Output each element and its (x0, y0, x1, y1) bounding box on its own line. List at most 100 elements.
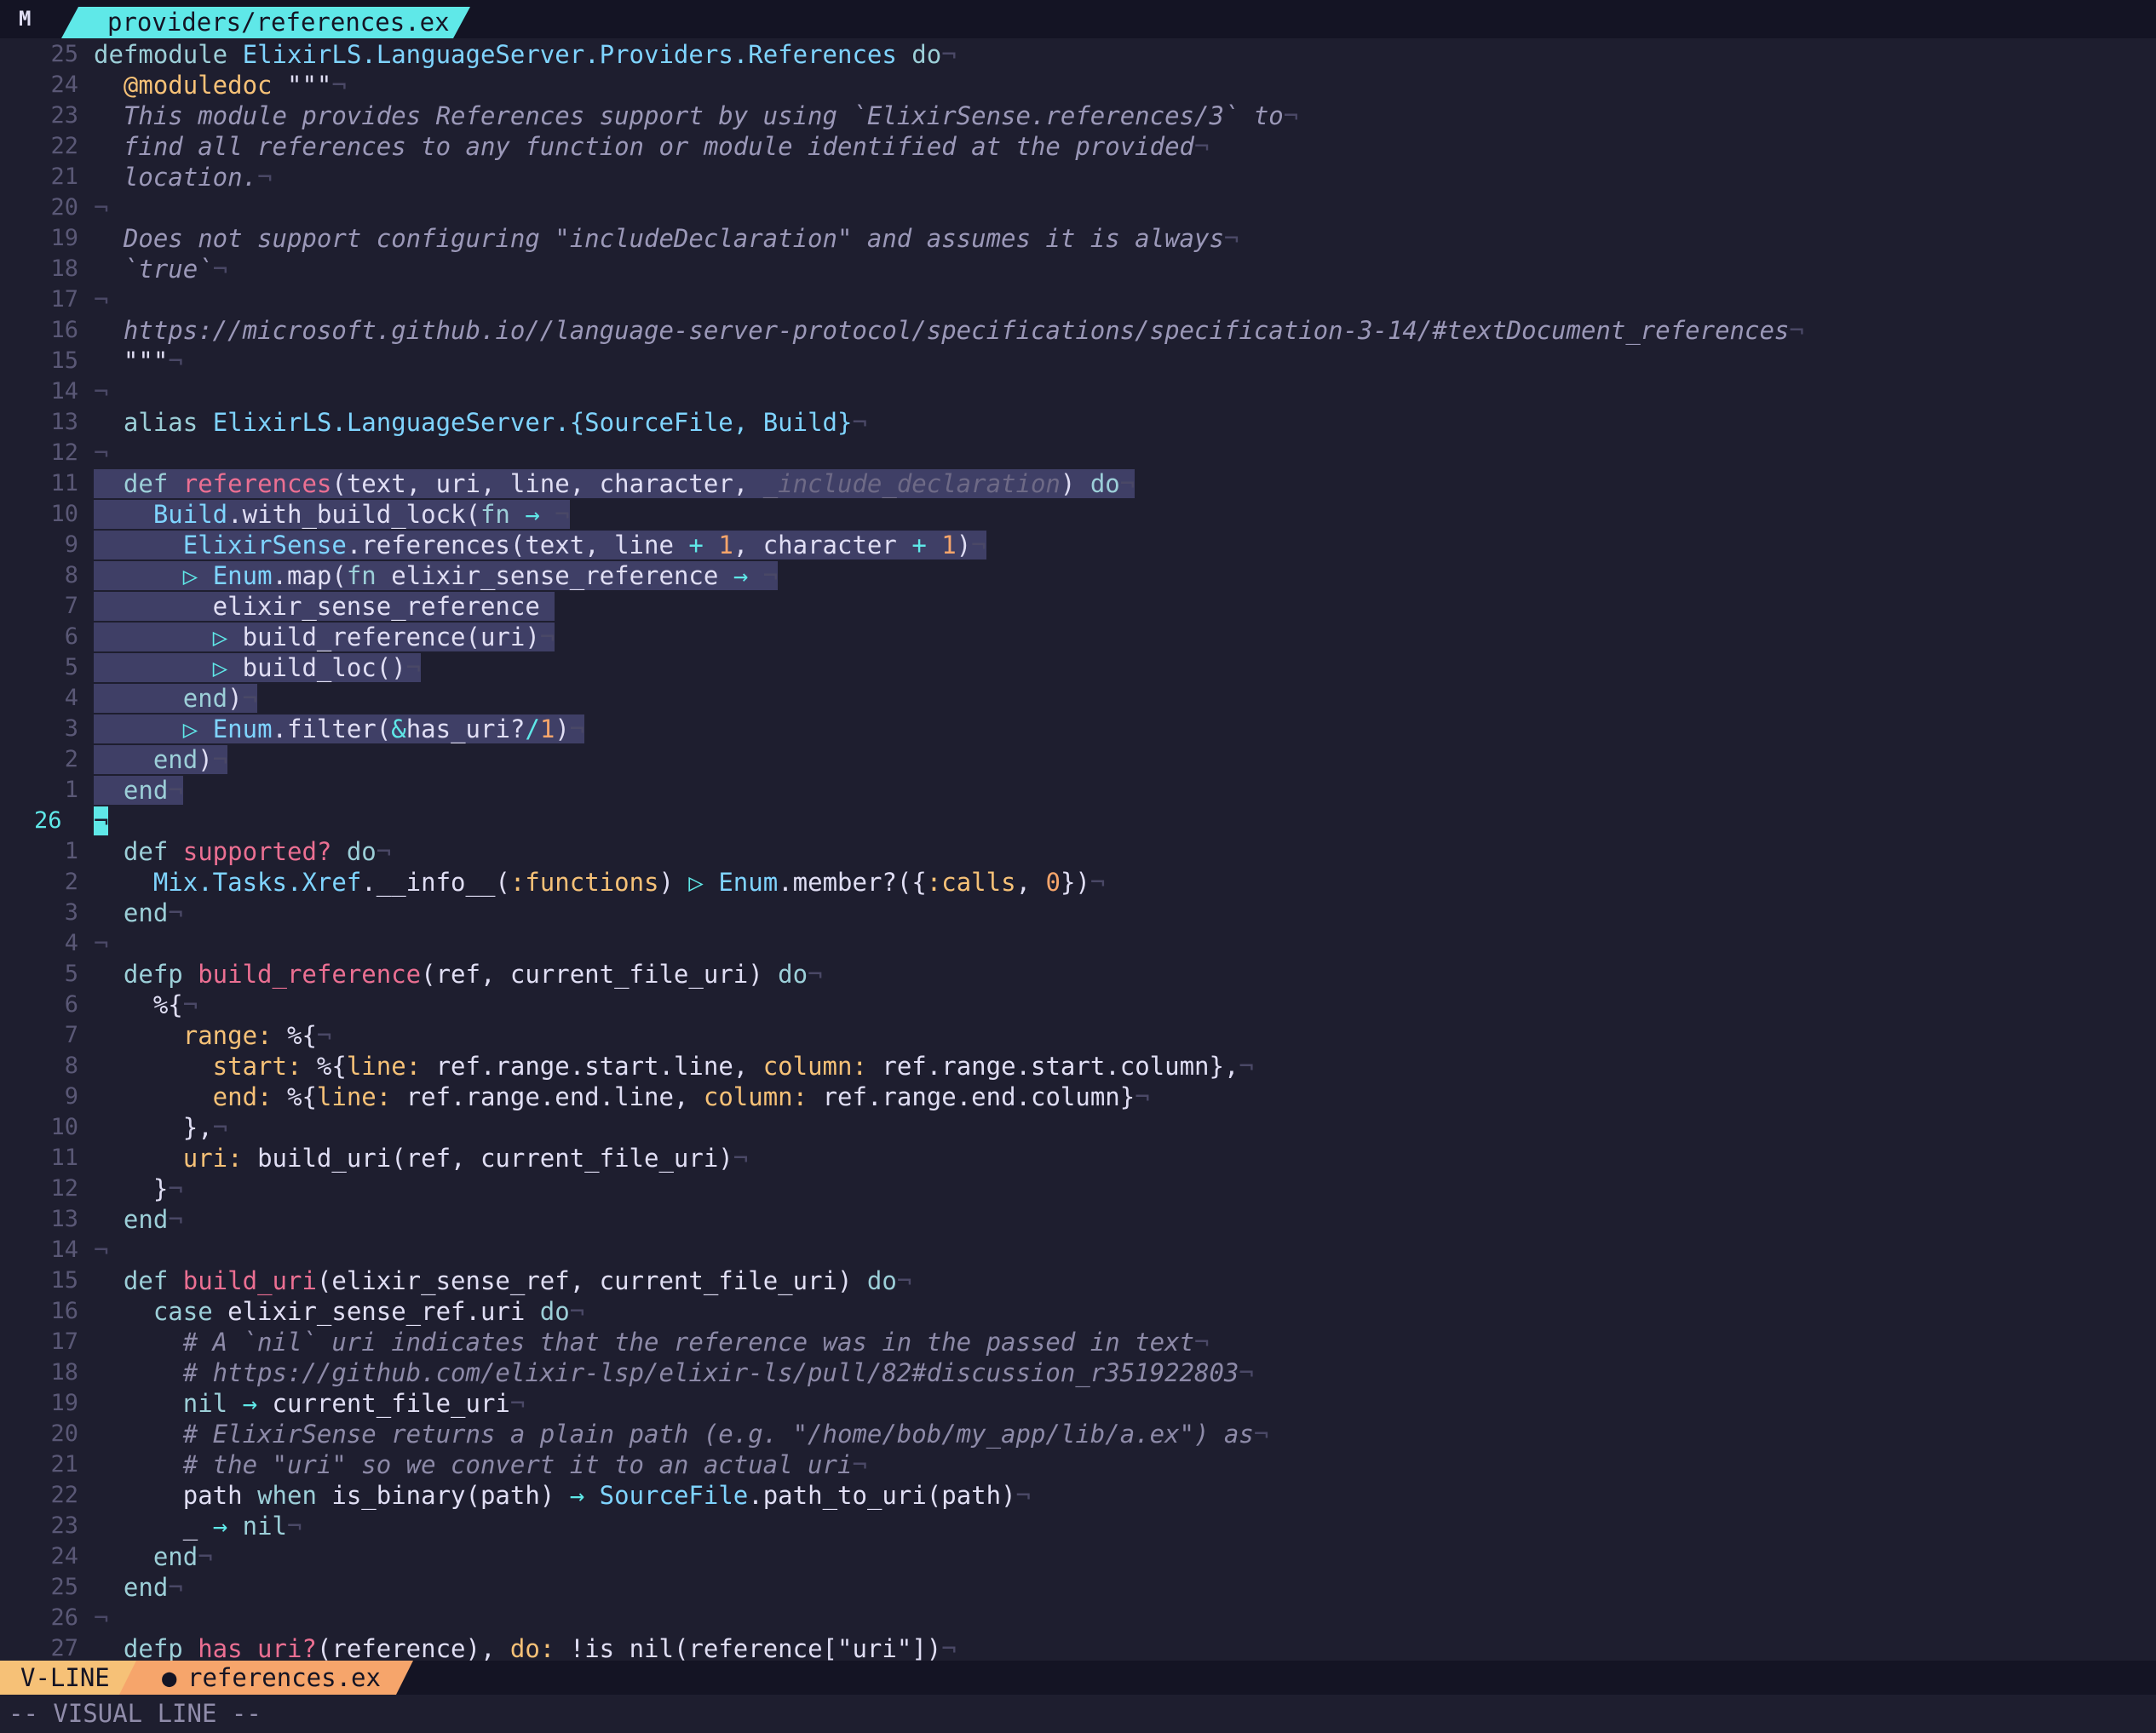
code-token: case (94, 1297, 228, 1326)
code-line[interactable]: 4 end)¬ (0, 683, 2156, 714)
code-token: ¬ (168, 1174, 183, 1203)
line-number: 8 (64, 1053, 78, 1079)
code-token: elixir_sense_ref.uri (227, 1297, 540, 1326)
code-token: ¬ (94, 377, 109, 406)
line-number: 26 (50, 1604, 78, 1631)
code-line[interactable]: 14 ¬ (0, 1235, 2156, 1265)
code-line[interactable]: 5 defp build_reference(ref, current_file… (0, 959, 2156, 990)
line-number: 13 (50, 409, 78, 435)
code-token: Mix.Tasks.Xref (152, 868, 362, 897)
code-token: do (778, 960, 808, 989)
code-token: & (391, 714, 406, 743)
code-line[interactable]: 20 # ElixirSense returns a plain path (e… (0, 1419, 2156, 1449)
code-line[interactable]: 17 ¬ (0, 284, 2156, 315)
code-line[interactable]: 19 Does not support configuring "include… (0, 223, 2156, 254)
code-token: end: (94, 1082, 287, 1111)
code-line[interactable]: 7 range: %{¬ (0, 1020, 2156, 1051)
code-token: @moduledoc (123, 71, 273, 100)
code-line[interactable]: 24 @moduledoc """¬ (0, 70, 2156, 100)
code-line[interactable]: 16 https://microsoft.github.io//language… (0, 315, 2156, 346)
code-token: fn (480, 500, 526, 529)
code-line[interactable]: 1 end¬ (0, 775, 2156, 806)
code-line[interactable]: 15 def build_uri(elixir_sense_ref, curre… (0, 1265, 2156, 1296)
code-line[interactable]: 20 ¬ (0, 192, 2156, 223)
code-text: _ → nil¬ (94, 1511, 302, 1541)
code-token: ¬ (1239, 1358, 1254, 1387)
code-line[interactable]: 14 ¬ (0, 376, 2156, 407)
code-token: `true` (94, 255, 213, 284)
code-token: .filter( (272, 714, 392, 743)
tab-active-file[interactable]: providers/references.ex (61, 7, 470, 38)
code-line[interactable]: 21 # the "uri" so we convert it to an ac… (0, 1449, 2156, 1480)
code-line[interactable]: 3 end¬ (0, 898, 2156, 928)
code-line[interactable]: 18 # https://github.com/elixir-lsp/elixi… (0, 1357, 2156, 1388)
code-token: ¬ (168, 898, 183, 927)
code-token: build_loc() (242, 653, 406, 682)
code-token: ¬ (212, 1113, 228, 1142)
code-line[interactable]: 15 """¬ (0, 346, 2156, 376)
code-token: ¬ (168, 347, 183, 376)
code-token: ¬ (1789, 316, 1804, 345)
code-line[interactable]: 25 end¬ (0, 1572, 2156, 1603)
line-number: 10 (50, 501, 78, 527)
code-line[interactable]: 6 ▷ build_reference(uri)¬ (0, 622, 2156, 652)
code-line[interactable]: 2 end)¬ (0, 744, 2156, 775)
code-line[interactable]: 6 %{¬ (0, 990, 2156, 1020)
code-line[interactable]: 13 alias ElixirLS.LanguageServer.{Source… (0, 407, 2156, 438)
code-line[interactable]: 25 defmodule ElixirLS.LanguageServer.Prov… (0, 39, 2156, 70)
code-line[interactable]: 23 _ → nil¬ (0, 1511, 2156, 1541)
code-line[interactable]: 3 ▷ Enum.filter(&has_uri?/1)¬ (0, 714, 2156, 744)
code-line[interactable]: 5 ▷ build_loc()¬ (0, 652, 2156, 683)
code-line[interactable]: 16 case elixir_sense_ref.uri do¬ (0, 1296, 2156, 1327)
code-line[interactable]: 26 ¬ (0, 806, 2156, 836)
code-line[interactable]: 17 # A `nil` uri indicates that the refe… (0, 1327, 2156, 1357)
code-text: uri: build_uri(ref, current_file_uri)¬ (94, 1143, 748, 1174)
code-token: line: (316, 1082, 406, 1111)
code-line[interactable]: 7 elixir_sense_reference (0, 591, 2156, 622)
code-line[interactable]: 9 ElixirSense.references(text, line + 1,… (0, 530, 2156, 560)
code-line[interactable]: 8 start: %{line: ref.range.start.line, c… (0, 1051, 2156, 1082)
code-token: 1 (539, 714, 555, 743)
code-line[interactable]: 10 },¬ (0, 1112, 2156, 1143)
code-line[interactable]: 4 ¬ (0, 928, 2156, 959)
code-line[interactable]: 22 path when is_binary(path) → SourceFil… (0, 1480, 2156, 1511)
code-token: / (525, 714, 540, 743)
line-number: 17 (50, 1328, 78, 1355)
code-line[interactable]: 18 `true`¬ (0, 254, 2156, 284)
code-line[interactable]: 11 uri: build_uri(ref, current_file_uri)… (0, 1143, 2156, 1174)
code-line[interactable]: 27 defp has_uri?(reference), do: !is_nil… (0, 1633, 2156, 1661)
code-token: %{ (94, 990, 183, 1019)
code-line[interactable]: 9 end: %{line: ref.range.end.line, colum… (0, 1082, 2156, 1112)
code-token: .__info__( (361, 868, 510, 897)
code-token: defp (94, 1634, 198, 1661)
code-line[interactable]: 19 nil → current_file_uri¬ (0, 1388, 2156, 1419)
line-number: 4 (64, 930, 78, 956)
code-line[interactable]: 11 def references(text, uri, line, chara… (0, 468, 2156, 499)
code-text: # https://github.com/elixir-lsp/elixir-l… (94, 1357, 1254, 1388)
line-number: 18 (50, 1359, 78, 1386)
code-line[interactable]: 23 This module provides References suppo… (0, 100, 2156, 131)
code-token: nil (94, 1389, 243, 1418)
code-line[interactable]: 10 Build.with_build_lock(fn → ¬ (0, 499, 2156, 530)
line-number: 5 (64, 654, 78, 680)
code-token: .member?({ (778, 868, 927, 897)
code-line[interactable]: 22 find all references to any function o… (0, 131, 2156, 162)
code-line[interactable]: 26 ¬ (0, 1603, 2156, 1633)
code-line[interactable]: 12 ¬ (0, 438, 2156, 468)
line-number: 25 (50, 1574, 78, 1600)
code-line[interactable]: 1 def supported? do¬ (0, 836, 2156, 867)
code-line[interactable]: 8 ▷ Enum.map(fn elixir_sense_reference →… (0, 560, 2156, 591)
code-token: ) (956, 531, 972, 559)
code-line[interactable]: 13 end¬ (0, 1204, 2156, 1235)
code-line[interactable]: 12 }¬ (0, 1174, 2156, 1204)
code-line[interactable]: 21 location.¬ (0, 162, 2156, 192)
code-token: + (688, 531, 704, 559)
code-line[interactable]: 24 end¬ (0, 1541, 2156, 1572)
code-text: case elixir_sense_ref.uri do¬ (94, 1296, 584, 1327)
code-token: do (539, 1297, 570, 1326)
code-token: column: (703, 1082, 823, 1111)
editor-buffer[interactable]: 25 defmodule ElixirLS.LanguageServer.Prov… (0, 39, 2156, 1661)
code-line[interactable]: 2 Mix.Tasks.Xref.__info__(:functions) ▷ … (0, 867, 2156, 898)
code-token: range: (94, 1021, 287, 1050)
